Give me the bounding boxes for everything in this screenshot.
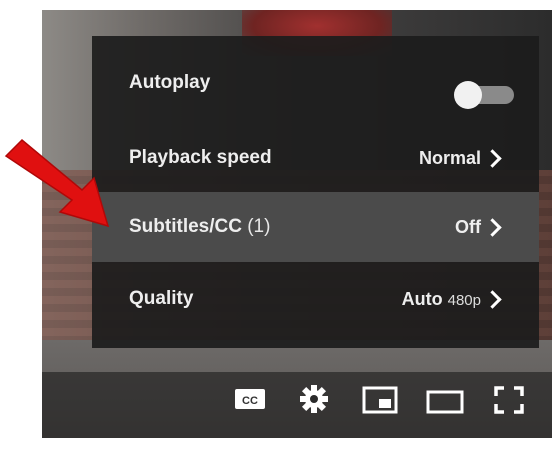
subtitles-value: Off bbox=[455, 216, 481, 237]
player-controls-bar bbox=[42, 372, 552, 438]
subtitles-count: (1) bbox=[247, 216, 271, 237]
settings-gear-icon[interactable] bbox=[299, 384, 329, 414]
autoplay-label: Autoplay bbox=[129, 72, 211, 93]
miniplayer-icon[interactable] bbox=[362, 386, 398, 414]
menu-item-autoplay[interactable]: Autoplay bbox=[92, 48, 539, 118]
cc-text: CC bbox=[242, 395, 258, 407]
menu-item-quality[interactable]: Quality Auto 480p bbox=[92, 264, 539, 334]
quality-resolution: 480p bbox=[447, 291, 481, 309]
theater-mode-icon[interactable] bbox=[426, 390, 464, 414]
menu-item-playback-speed[interactable]: Playback speed Normal bbox=[92, 123, 539, 193]
chevron-right-icon bbox=[483, 290, 502, 309]
playback-speed-value: Normal bbox=[418, 147, 481, 168]
chevron-right-icon bbox=[483, 149, 502, 168]
quality-value: Auto 480p bbox=[402, 289, 481, 310]
toggle-knob bbox=[454, 81, 482, 109]
playback-speed-label: Playback speed bbox=[129, 147, 272, 168]
settings-menu: Autoplay Playback speed Normal Subtitles… bbox=[92, 36, 539, 348]
subtitles-label-text: Subtitles/CC bbox=[129, 216, 242, 237]
quality-mode: Auto bbox=[401, 288, 443, 309]
subtitles-cc-icon[interactable]: CC bbox=[233, 386, 267, 412]
autoplay-toggle[interactable] bbox=[454, 81, 514, 109]
subtitles-label: Subtitles/CC (1) bbox=[129, 216, 270, 238]
chevron-right-icon bbox=[483, 218, 502, 237]
quality-label: Quality bbox=[129, 288, 194, 309]
fullscreen-icon[interactable] bbox=[494, 386, 524, 414]
red-arrow-icon bbox=[4, 138, 110, 228]
menu-item-subtitles[interactable]: Subtitles/CC (1) Off bbox=[92, 192, 539, 262]
